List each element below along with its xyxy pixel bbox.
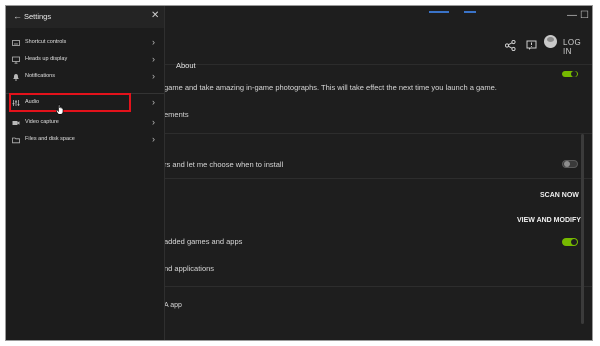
tab-about[interactable]: About (176, 61, 196, 70)
divider (164, 133, 592, 134)
back-arrow-icon[interactable]: ← (13, 11, 22, 21)
chevron-right-icon: › (152, 71, 155, 81)
chevron-right-icon: › (152, 97, 155, 107)
login-button[interactable]: LOG IN (563, 38, 592, 56)
setting-label-app: A app (164, 302, 182, 309)
sidebar-item-label: Notifications (25, 73, 55, 79)
top-bar (164, 28, 592, 65)
sidebar-item-label: Shortcut controls (25, 39, 67, 45)
divider (164, 286, 592, 287)
sidebar-item-label: Files and disk space (25, 136, 75, 142)
audio-highlight-box (9, 93, 131, 112)
chevron-right-icon: › (152, 37, 155, 47)
close-window-icon[interactable]: ✕ (592, 11, 593, 21)
close-icon[interactable]: ✕ (151, 10, 159, 21)
scrollbar[interactable] (581, 134, 584, 324)
mouse-cursor-icon (56, 104, 64, 115)
setting-label-games: added games and apps (164, 237, 243, 246)
setting-label: ements (164, 110, 189, 119)
scan-now-button[interactable]: SCAN NOW (540, 192, 579, 199)
chevron-right-icon: › (152, 117, 155, 127)
maximize-icon[interactable]: ☐ (580, 11, 589, 21)
sidebar-item-label: Video capture (25, 119, 59, 125)
setting-label-auto-install: rs and let me choose when to install (164, 160, 284, 169)
minimize-icon[interactable]: — (567, 11, 577, 21)
sidebar-item-shortcut-controls[interactable]: Shortcut controls › (6, 36, 164, 52)
toggle-photo-mode[interactable] (562, 71, 578, 77)
title-progress-line (464, 11, 476, 13)
title-bar: — ☐ ✕ (164, 6, 592, 28)
settings-drawer: ← Settings ✕ Shortcut controls › Heads u… (6, 6, 165, 340)
setting-description: game and take amazing in-game photograph… (164, 83, 497, 92)
view-and-modify-button[interactable]: VIEW AND MODIFY (517, 217, 581, 224)
drawer-title: Settings (24, 12, 52, 21)
divider (164, 178, 592, 179)
toggle-auto-install[interactable] (562, 160, 578, 168)
setting-label-apps: nd applications (164, 264, 215, 273)
feedback-icon[interactable] (526, 40, 537, 54)
sidebar-item-video-capture[interactable]: Video capture › (6, 116, 164, 132)
chevron-right-icon: › (152, 134, 155, 144)
bell-icon (12, 73, 20, 81)
drawer-header: ← Settings ✕ (6, 6, 164, 28)
folder-icon (12, 136, 20, 144)
video-camera-icon (12, 119, 20, 127)
keyboard-icon (12, 39, 20, 47)
toggle-optimize-games[interactable] (562, 238, 578, 246)
sidebar-item-notifications[interactable]: Notifications › (6, 70, 164, 86)
title-progress-line (429, 11, 449, 13)
sidebar-item-heads-up-display[interactable]: Heads up display › (6, 53, 164, 69)
share-icon[interactable] (504, 39, 516, 54)
avatar[interactable] (544, 35, 557, 48)
sidebar-item-label: Heads up display (25, 56, 68, 62)
sidebar-item-files-and-disk-space[interactable]: Files and disk space › (6, 133, 164, 149)
app-window: — ☐ ✕ LOG IN About game and take amazing… (5, 5, 593, 341)
monitor-icon (12, 56, 20, 64)
chevron-right-icon: › (152, 54, 155, 64)
